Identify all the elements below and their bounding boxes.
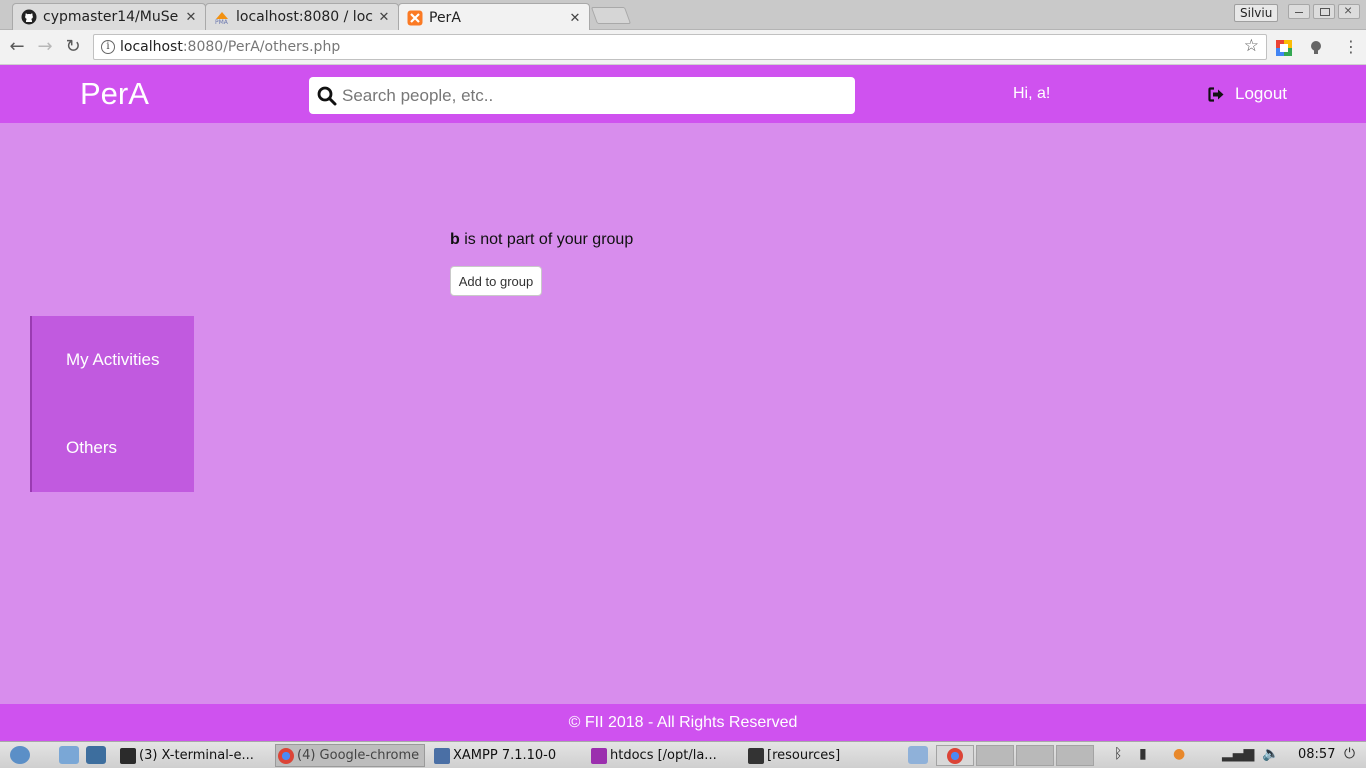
- copyright-icon: ©: [568, 714, 581, 731]
- sidebar-item-my-activities[interactable]: My Activities: [32, 316, 194, 404]
- address-bar[interactable]: i localhost:8080/PerA/others.php ☆: [93, 34, 1267, 60]
- browser-tab-pera[interactable]: PerA ✕: [398, 3, 590, 31]
- chrome-icon: [278, 747, 294, 764]
- svg-text:PMA: PMA: [215, 19, 229, 25]
- user-greeting: Hi, a!: [1013, 85, 1051, 102]
- logout-label: Logout: [1235, 84, 1287, 103]
- browser-tab-github[interactable]: cypmaster14/MuSe ✕: [12, 3, 206, 30]
- folder-icon: [748, 747, 764, 764]
- profile-button[interactable]: Silviu: [1234, 4, 1279, 22]
- tab-title: cypmaster14/MuSe: [43, 9, 179, 25]
- window-minimize-button[interactable]: [1288, 4, 1310, 19]
- footer-text: FII 2018 - All Rights Reserved: [580, 714, 798, 731]
- new-tab-button[interactable]: [590, 7, 632, 24]
- logout-icon: [1208, 86, 1224, 102]
- taskbar-item-folder[interactable]: [resources]: [746, 744, 898, 767]
- github-icon: [21, 9, 37, 25]
- system-clock: 08:57: [1298, 747, 1336, 762]
- workspace-3[interactable]: [1016, 745, 1054, 766]
- extension-google-icon[interactable]: [1276, 40, 1292, 56]
- site-logo[interactable]: PerA: [80, 76, 149, 112]
- site-header: PerA Hi, a! Logout: [0, 65, 1366, 123]
- info-icon[interactable]: i: [101, 40, 115, 54]
- add-to-group-button[interactable]: Add to group: [450, 266, 542, 296]
- volume-icon[interactable]: 🔈: [1262, 746, 1279, 762]
- tab-close-icon[interactable]: ✕: [376, 9, 392, 25]
- terminal-icon: [120, 747, 136, 764]
- extension-bulb-icon[interactable]: [1308, 40, 1324, 56]
- forward-arrow-icon[interactable]: →: [33, 35, 57, 59]
- power-icon[interactable]: ⏻: [1344, 746, 1355, 762]
- tab-title: localhost:8080 / loc: [236, 9, 373, 25]
- network-signal-icon[interactable]: ▂▄▆: [1222, 746, 1254, 762]
- start-menu-icon[interactable]: [10, 746, 30, 764]
- site-footer: © FII 2018 - All Rights Reserved: [0, 704, 1366, 741]
- tab-title: PerA: [429, 9, 461, 26]
- group-status-text: is not part of your group: [459, 231, 634, 248]
- tab-close-icon[interactable]: ✕: [183, 9, 199, 25]
- url-text[interactable]: localhost:8080/PerA/others.php: [120, 39, 340, 55]
- bookmark-star-icon[interactable]: ☆: [1244, 36, 1259, 56]
- window-maximize-button[interactable]: [1313, 4, 1335, 19]
- group-status-message: b is not part of your group: [450, 231, 633, 249]
- update-icon[interactable]: ●: [1173, 746, 1185, 762]
- taskbar-item-phpstorm[interactable]: htdocs [/opt/la...: [589, 744, 741, 767]
- tab-close-icon[interactable]: ✕: [567, 10, 583, 26]
- desktop-switch-icon[interactable]: [86, 746, 106, 764]
- taskbar-item-xampp[interactable]: XAMPP 7.1.10-0: [432, 744, 582, 767]
- search-input[interactable]: [342, 81, 842, 110]
- browser-tab-strip: cypmaster14/MuSe ✕ PMA localhost:8080 / …: [0, 0, 1366, 31]
- search-box[interactable]: [309, 77, 855, 114]
- workspace-1[interactable]: [936, 745, 974, 766]
- phpstorm-icon: [591, 747, 607, 764]
- member-username: b: [450, 231, 460, 248]
- taskbar-item-chrome[interactable]: (4) Google-chrome: [275, 744, 425, 767]
- window-icon: [434, 747, 450, 764]
- workspace-2[interactable]: [976, 745, 1014, 766]
- os-taskbar: (3) X-terminal-e... (4) Google-chrome XA…: [0, 741, 1366, 768]
- sidebar-item-others[interactable]: Others: [32, 404, 194, 492]
- xampp-icon: [407, 10, 423, 26]
- show-desktop-icon[interactable]: [908, 746, 928, 764]
- window-close-button[interactable]: [1338, 2, 1360, 19]
- search-icon: [317, 86, 337, 106]
- browser-toolbar: ← → ↻ i localhost:8080/PerA/others.php ☆…: [0, 30, 1366, 65]
- reload-icon[interactable]: ↻: [61, 35, 85, 59]
- file-manager-icon[interactable]: [59, 746, 79, 764]
- logout-link[interactable]: Logout: [1208, 84, 1287, 104]
- browser-tab-phpmyadmin[interactable]: PMA localhost:8080 / loc ✕: [205, 3, 399, 30]
- chrome-icon: [947, 748, 963, 764]
- chrome-menu-icon[interactable]: ⋮: [1339, 35, 1363, 59]
- sidebar-nav: My Activities Others: [30, 316, 194, 492]
- workspace-4[interactable]: [1056, 745, 1094, 766]
- phpmyadmin-icon: PMA: [214, 9, 230, 25]
- battery-icon[interactable]: ▮: [1139, 746, 1147, 762]
- back-arrow-icon[interactable]: ←: [5, 35, 29, 59]
- taskbar-item-terminal[interactable]: (3) X-terminal-e...: [118, 744, 270, 767]
- bluetooth-icon[interactable]: ᛒ: [1114, 746, 1122, 762]
